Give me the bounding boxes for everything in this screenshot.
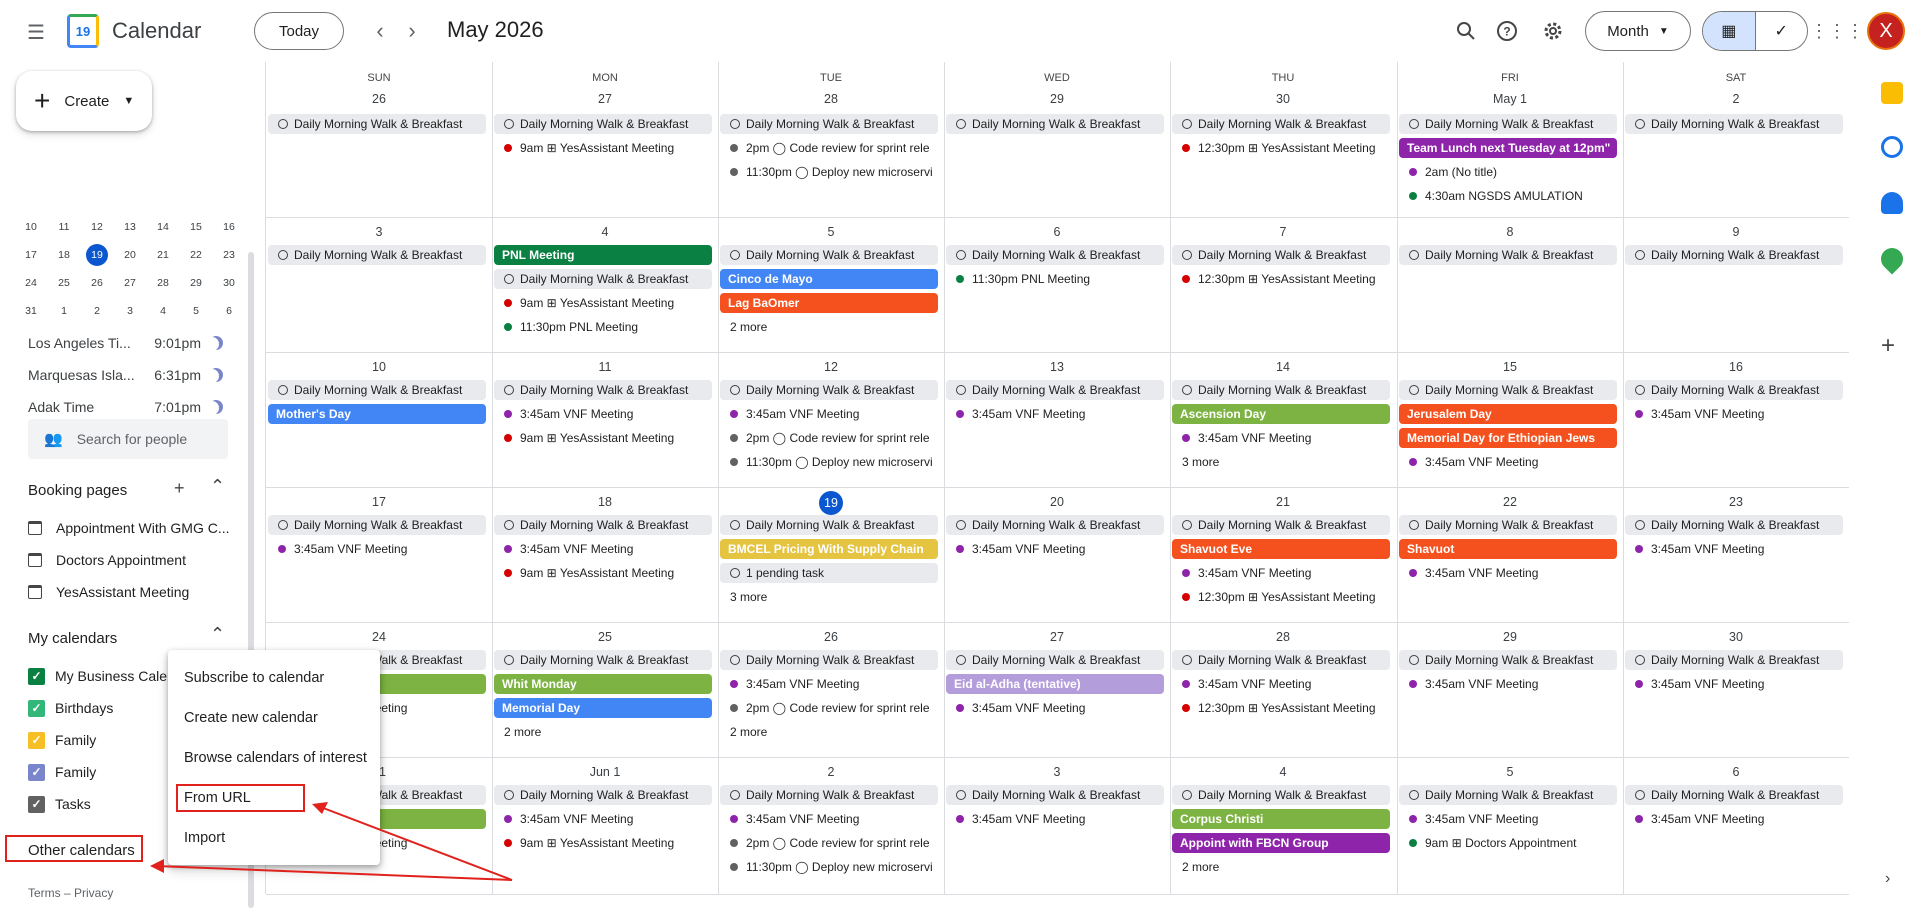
annotation-arrows	[150, 802, 513, 881]
